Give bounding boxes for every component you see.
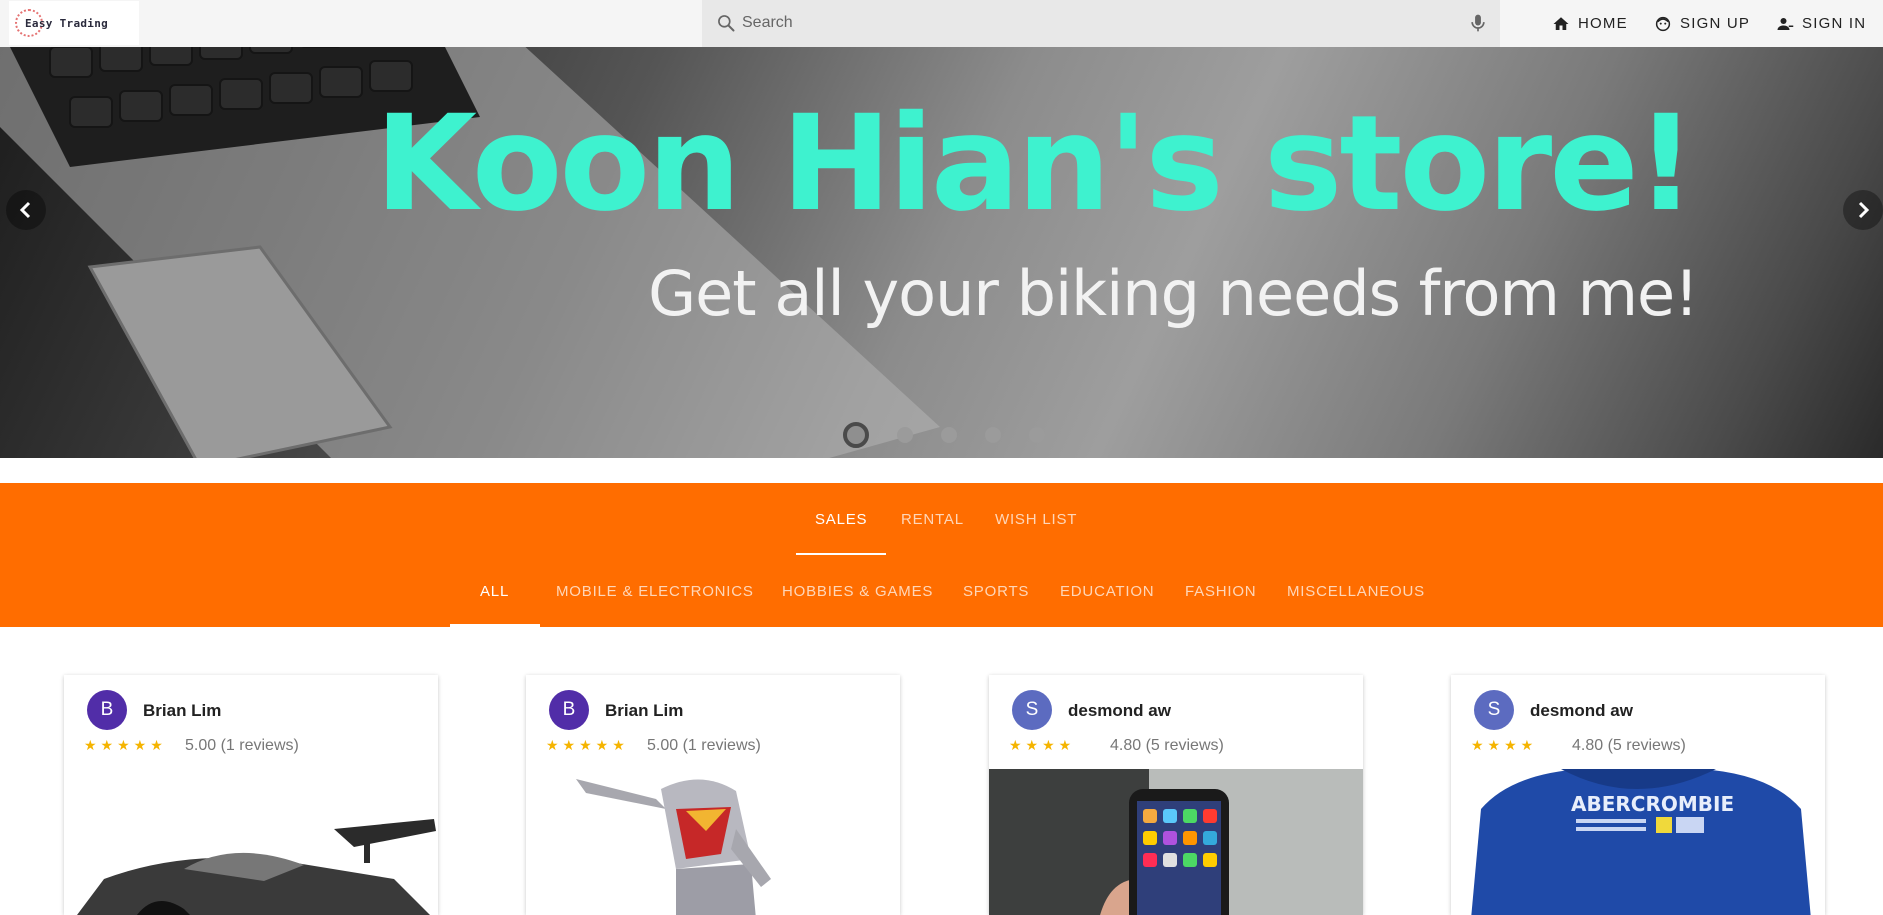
listing-card[interactable]: B Brian Lim ★★★★★ 5.00 (1 reviews): [526, 675, 900, 915]
hero-title: Koon Hian's store!: [374, 87, 1696, 241]
carousel-next-button[interactable]: [1843, 190, 1883, 230]
tab-sales[interactable]: SALES: [815, 511, 867, 528]
seller-name[interactable]: desmond aw: [1530, 701, 1633, 721]
tab-wish-list[interactable]: WISH LIST: [995, 511, 1077, 528]
person-add-icon: [1777, 17, 1794, 30]
carousel-indicators: [843, 422, 1073, 448]
star-rating: ★★★★★: [84, 737, 167, 753]
mic-icon[interactable]: [1468, 11, 1488, 35]
star-rating: ★★★★: [1471, 737, 1538, 753]
carousel-dot[interactable]: [843, 422, 869, 448]
tab-category-sports[interactable]: SPORTS: [963, 583, 1029, 600]
nav-sign-in[interactable]: SIGN IN: [1776, 0, 1866, 47]
face-icon: [1655, 16, 1671, 31]
tab-rental[interactable]: RENTAL: [901, 511, 964, 528]
home-icon: [1553, 16, 1569, 30]
avatar-letter: S: [1025, 699, 1039, 720]
carousel-dot[interactable]: [897, 427, 913, 443]
nav-sign-up[interactable]: SIGN UP: [1654, 0, 1750, 47]
tab-category-education[interactable]: EDUCATION: [1060, 583, 1154, 600]
rating-text: 5.00 (1 reviews): [647, 737, 761, 754]
star-rating: ★★★★: [1009, 737, 1076, 753]
listing-card[interactable]: B Brian Lim ★★★★★ 5.00 (1 reviews): [64, 675, 438, 915]
tab-category-fashion[interactable]: FASHION: [1185, 583, 1256, 600]
carousel-prev-button[interactable]: [6, 190, 46, 230]
seller-name[interactable]: Brian Lim: [143, 701, 221, 721]
logo[interactable]: Easy Trading: [9, 1, 139, 45]
nav-home[interactable]: HOME: [1552, 0, 1628, 47]
tab-category-all[interactable]: ALL: [480, 583, 509, 600]
search-input[interactable]: [742, 9, 1442, 37]
rating-text: 4.80 (5 reviews): [1572, 737, 1686, 754]
carousel-dot[interactable]: [985, 427, 1001, 443]
seller-name[interactable]: Brian Lim: [605, 701, 683, 721]
chevron-right-icon: [1858, 201, 1870, 219]
rating-text: 4.80 (5 reviews): [1110, 737, 1224, 754]
listing-image-smartphone[interactable]: [989, 769, 1363, 915]
listing-tabs: SALES RENTAL WISH LIST ALL MOBILE & ELEC…: [0, 483, 1883, 627]
avatar-letter: B: [562, 699, 576, 720]
star-rating: ★★★★★: [546, 737, 629, 753]
tab-category-hobbies-games[interactable]: HOBBIES & GAMES: [782, 583, 933, 600]
nav-sign-up-label: SIGN UP: [1680, 15, 1751, 32]
listing-card[interactable]: S desmond aw ★★★★ 4.80 (5 reviews) ABERC…: [1451, 675, 1825, 915]
nav-sign-in-label: SIGN IN: [1802, 15, 1867, 32]
avatar[interactable]: S: [1012, 690, 1052, 730]
avatar[interactable]: S: [1474, 690, 1514, 730]
listing-card[interactable]: S desmond aw ★★★★ 4.80 (5 reviews): [989, 675, 1363, 915]
primary-tab-indicator: [796, 553, 886, 555]
listing-image-hoodie[interactable]: ABERCROMBIE: [1451, 769, 1825, 915]
hero-subtitle: Get all your biking needs from me!: [648, 257, 1699, 330]
avatar[interactable]: B: [549, 690, 589, 730]
tab-category-mobile-electronics[interactable]: MOBILE & ELECTRONICS: [556, 583, 754, 600]
avatar-letter: B: [100, 699, 114, 720]
tab-category-miscellaneous[interactable]: MISCELLANEOUS: [1287, 583, 1425, 600]
category-tab-indicator: [450, 624, 540, 627]
chevron-left-icon: [19, 201, 31, 219]
seller-name[interactable]: desmond aw: [1068, 701, 1171, 721]
avatar[interactable]: B: [87, 690, 127, 730]
search-bar: [702, 0, 1500, 47]
hoodie-print: ABERCROMBIE: [1571, 792, 1734, 816]
rating-text: 5.00 (1 reviews): [185, 737, 299, 754]
avatar-letter: S: [1487, 699, 1501, 720]
carousel-dot[interactable]: [941, 427, 957, 443]
logo-text: Easy Trading: [25, 16, 109, 30]
search-icon: [718, 15, 735, 32]
top-app-bar: Easy Trading HOME SIGN UP SIGN IN: [0, 0, 1883, 47]
carousel-dot[interactable]: [1029, 427, 1045, 443]
listing-image-action-figure[interactable]: [526, 769, 900, 915]
listing-image-toy-car[interactable]: [64, 769, 438, 915]
hero-carousel: Koon Hian's store! Get all your biking n…: [0, 47, 1883, 458]
nav-home-label: HOME: [1578, 15, 1628, 32]
